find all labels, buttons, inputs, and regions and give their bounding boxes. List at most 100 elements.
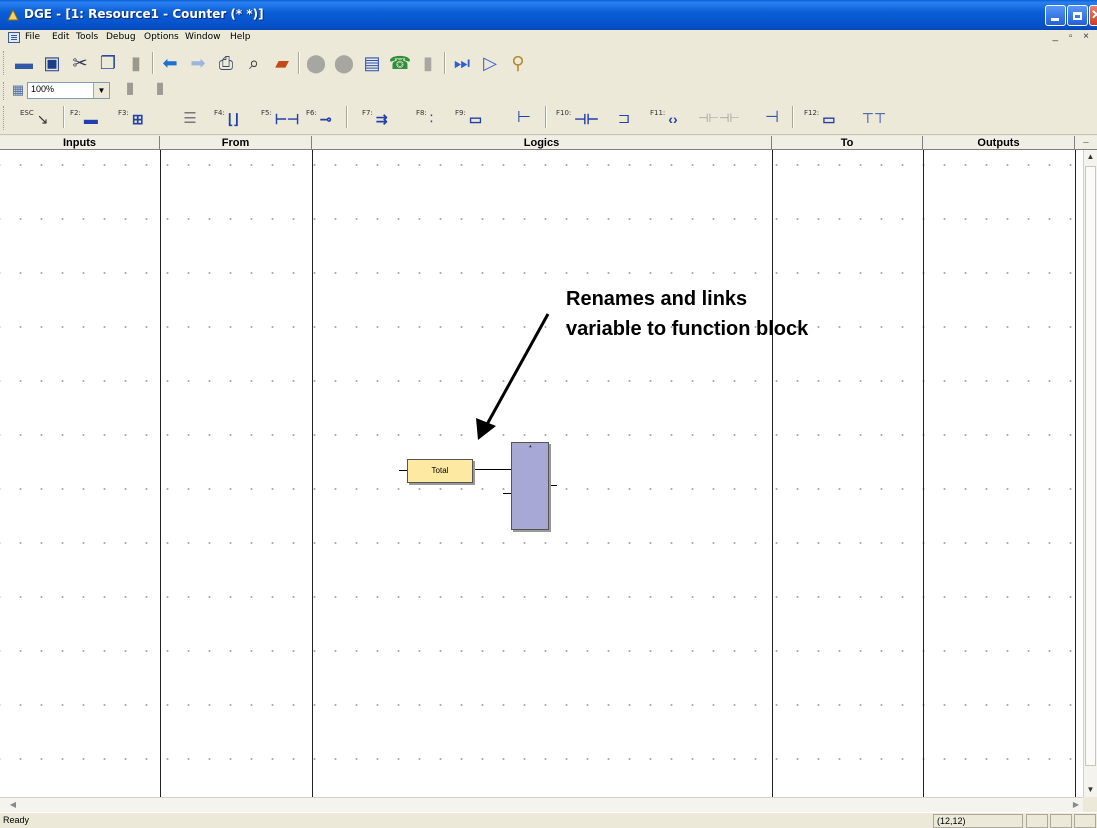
column-divider xyxy=(1075,150,1076,797)
junction-icon: ⊸ xyxy=(319,110,332,127)
f5-key-label: F5: xyxy=(261,109,272,117)
f5-button[interactable]: F5: ⊢⊣ xyxy=(261,107,299,131)
document-icon[interactable] xyxy=(8,32,20,43)
column-logics[interactable]: Logics xyxy=(312,136,772,150)
block-table-icon[interactable]: ⊤⊤ xyxy=(860,104,888,132)
undo-icon[interactable]: ⬅ xyxy=(156,49,184,77)
esc-button[interactable]: ESC ↘ xyxy=(20,107,49,131)
f11-button[interactable]: F11: ‹› xyxy=(650,107,678,131)
disconnect-icon[interactable]: ▮ xyxy=(414,49,442,77)
chevron-down-icon[interactable]: ▼ xyxy=(93,83,109,98)
disabled-contact-icon[interactable]: ⊣⊢⊣⊢ xyxy=(697,104,741,132)
menu-file[interactable]: File xyxy=(25,32,40,42)
toolbar-grip[interactable] xyxy=(3,106,6,130)
f7-key-label: F7: xyxy=(362,109,373,117)
column-headers: Inputs From Logics To Outputs − xyxy=(0,136,1097,150)
menu-tools[interactable]: Tools xyxy=(76,32,98,42)
connect-icon[interactable]: ☎ xyxy=(386,49,414,77)
variable-box[interactable]: Total xyxy=(407,459,473,483)
diagram-canvas[interactable]: Renames and links variable to function b… xyxy=(0,150,1083,797)
f10-button[interactable]: F10: ⊣⊢ xyxy=(556,107,599,131)
mdi-controls[interactable]: _ ▫ × xyxy=(1052,31,1093,42)
zoom-value: 100% xyxy=(31,84,55,94)
scroll-right-icon[interactable]: ▶ xyxy=(1069,798,1083,812)
f9-button[interactable]: F9: ▭ xyxy=(455,107,482,131)
main-toolbar: ▬ ▣ ✂ ❐ ▮ ⬅ ➡ ⎙ ⌕ ▰ ⬤ ⬤ ▤ ☎ ▮ ⏭ ▷ ⚲ xyxy=(0,47,1097,80)
column-to[interactable]: To xyxy=(772,136,923,150)
paste-icon[interactable]: ▮ xyxy=(122,49,150,77)
toolbar-grip[interactable] xyxy=(3,51,6,75)
function-block[interactable]: * xyxy=(511,442,549,530)
new-icon[interactable]: ▬ xyxy=(10,49,38,77)
comment-icon: ▭ xyxy=(822,110,836,127)
column-from[interactable]: From xyxy=(160,136,312,150)
toolbar-separator xyxy=(792,106,794,128)
pause-icon[interactable]: ⬤ xyxy=(330,49,358,77)
menu-options[interactable]: Options xyxy=(144,32,179,42)
menu-bar: File Edit Tools Debug Options Window Hel… xyxy=(0,30,1097,46)
restore-button[interactable] xyxy=(1067,5,1088,26)
f11-key-label: F11: xyxy=(650,109,666,117)
disabled-block-icon[interactable]: ☰ xyxy=(176,104,204,132)
menu-window[interactable]: Window xyxy=(185,32,221,42)
menu-edit[interactable]: Edit xyxy=(52,32,69,42)
f3-button[interactable]: F3: ⊞ xyxy=(118,107,144,131)
zoom-select[interactable]: 100% ▼ xyxy=(27,82,110,99)
debug-icon[interactable]: ⚲ xyxy=(504,49,532,77)
minimize-button[interactable] xyxy=(1045,5,1066,26)
toolbar-separator xyxy=(298,52,300,74)
f6-key-label: F6: xyxy=(306,109,317,117)
title-bar: DGE - [1: Resource1 - Counter (* *)] ✕ xyxy=(0,0,1097,30)
column-inputs[interactable]: Inputs xyxy=(0,136,160,150)
block-output-wire xyxy=(549,485,557,486)
f10-key-label: F10: xyxy=(556,109,572,117)
step-icon[interactable]: ⏭ xyxy=(448,49,476,77)
restore-icon xyxy=(1073,12,1082,20)
scroll-left-icon[interactable]: ◀ xyxy=(6,798,20,812)
parallel-contact-icon[interactable]: ⊐ xyxy=(610,104,638,132)
stop-icon[interactable]: ⬤ xyxy=(302,49,330,77)
f2-button[interactable]: F2: ▬ xyxy=(70,107,98,131)
left-rail-icon[interactable]: ⊢ xyxy=(510,104,538,132)
f6-button[interactable]: F6: ⊸ xyxy=(306,107,332,131)
scroll-down-icon[interactable]: ▼ xyxy=(1084,783,1097,797)
redo-icon[interactable]: ➡ xyxy=(184,49,212,77)
run-icon[interactable]: ▷ xyxy=(476,49,504,77)
annotation-line-2: variable to function block xyxy=(566,318,809,340)
status-pane xyxy=(1050,814,1072,828)
menu-debug[interactable]: Debug xyxy=(106,32,136,42)
print-icon[interactable]: ⎙ xyxy=(212,49,240,77)
f12-button[interactable]: F12: ▭ xyxy=(804,107,836,131)
cursor-coordinates: (12,12) xyxy=(933,814,1023,828)
scroll-up-icon[interactable]: ▲ xyxy=(1084,150,1097,164)
esc-key-label: ESC xyxy=(20,109,34,117)
save-icon[interactable]: ▣ xyxy=(38,49,66,77)
page-icon[interactable]: ▮ xyxy=(120,78,140,100)
block-input-wire xyxy=(503,493,511,494)
monitor-icon[interactable]: ▤ xyxy=(358,49,386,77)
toolbar-separator xyxy=(545,106,547,128)
horizontal-scrollbar[interactable]: ◀ ▶ xyxy=(0,797,1083,812)
column-divider xyxy=(923,150,924,797)
close-button[interactable]: ✕ xyxy=(1089,5,1097,26)
toolbar-grip[interactable] xyxy=(3,82,6,100)
find-icon[interactable]: ⌕ xyxy=(240,49,268,77)
status-bar: Ready (12,12) xyxy=(0,812,1097,828)
grid-icon[interactable]: ▦ xyxy=(8,79,28,99)
copy-icon[interactable]: ❐ xyxy=(94,49,122,77)
scroll-thumb[interactable] xyxy=(1085,166,1096,766)
page-setup-icon[interactable]: ▮ xyxy=(150,78,170,100)
menu-help[interactable]: Help xyxy=(230,32,251,42)
variable-input-wire xyxy=(399,470,407,471)
annotation-line-1: Renames and links xyxy=(566,288,748,310)
library-icon[interactable]: ▰ xyxy=(268,49,296,77)
cut-icon[interactable]: ✂ xyxy=(66,49,94,77)
column-outputs[interactable]: Outputs xyxy=(923,136,1075,150)
f7-button[interactable]: F7: ⇉ xyxy=(362,107,388,131)
scroll-corner xyxy=(1083,797,1097,812)
function-block-icon: ⊞ xyxy=(131,110,144,127)
vertical-scrollbar[interactable]: ▲ ▼ xyxy=(1083,150,1097,797)
f4-button[interactable]: F4: ⌊⌋ xyxy=(214,107,239,131)
f8-button[interactable]: F8: ⁚ xyxy=(416,107,433,131)
right-rail-icon[interactable]: ⊣ xyxy=(758,104,786,132)
